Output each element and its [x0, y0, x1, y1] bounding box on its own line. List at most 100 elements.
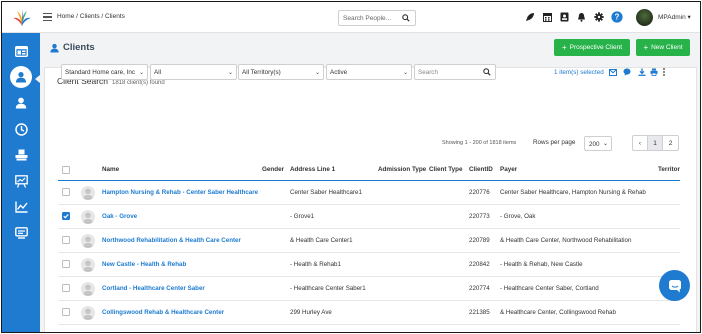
page-2-button[interactable]: 2	[663, 136, 678, 150]
forms-icon	[14, 227, 28, 239]
pagination: ‹ 1 2	[632, 135, 679, 151]
row-checkbox[interactable]	[62, 188, 70, 196]
sidebar-item-schedule[interactable]	[2, 116, 40, 142]
selected-count: 1 item(s) selected	[554, 69, 604, 76]
sidebar-item-forms[interactable]	[2, 220, 40, 246]
clients-title-icon	[50, 43, 59, 52]
client-name-link[interactable]: Oak - Grove	[102, 213, 137, 220]
chevron-down-icon: ⌄	[402, 70, 408, 76]
table-row[interactable]: Cortland - Healthcare Center Saber - Hea…	[58, 277, 680, 301]
client-name-link[interactable]: Hampton Nursing & Rehab - Center Saber H…	[102, 189, 258, 196]
chart-icon	[14, 201, 28, 213]
status-select[interactable]: Active ⌄	[326, 64, 412, 80]
prospective-client-button[interactable]: + Prospective Client	[554, 39, 630, 56]
people-search-placeholder: Search People...	[343, 15, 392, 22]
sidebar-item-billing[interactable]	[2, 142, 40, 168]
page-header: Clients + Prospective Client + New Client	[40, 33, 700, 63]
avatar	[81, 282, 95, 296]
type-select-value: All	[154, 69, 161, 76]
new-client-label: New Client	[651, 44, 683, 51]
plus-icon: +	[561, 43, 567, 52]
gear-icon[interactable]	[593, 11, 605, 23]
table-row[interactable]: Northwood Rehabilitation & Health Care C…	[58, 229, 680, 253]
territory-select[interactable]: All Territory(s) ⌄	[238, 64, 324, 80]
chevron-down-icon: ⌄	[602, 141, 608, 147]
chat-icon[interactable]	[623, 68, 631, 76]
address-cell: - Health & Rehab1	[290, 261, 341, 268]
user-avatar[interactable]	[636, 9, 653, 26]
page-1-button[interactable]: 1	[648, 136, 663, 150]
sidebar-item-dashboard[interactable]	[2, 38, 40, 64]
client-id-cell: 220842	[469, 261, 490, 268]
row-checkbox[interactable]	[62, 308, 70, 316]
new-client-button[interactable]: + New Client	[636, 39, 690, 56]
col-client-id[interactable]: ClientID	[469, 166, 493, 173]
rows-per-page-value: 200	[589, 141, 600, 148]
client-id-cell: 220773	[469, 213, 490, 220]
support-chat-button[interactable]	[659, 270, 690, 301]
bell-icon[interactable]	[575, 11, 587, 23]
clock-icon	[14, 122, 28, 136]
people-search-input[interactable]: Search People...	[338, 10, 416, 26]
status-select-value: Active	[330, 69, 348, 76]
print-icon[interactable]	[650, 68, 658, 76]
download-icon[interactable]	[638, 68, 646, 76]
client-id-cell: 221385	[469, 309, 490, 316]
client-name-link[interactable]: Northwood Rehabilitation & Health Care C…	[102, 237, 241, 244]
row-checkbox[interactable]	[62, 260, 70, 268]
row-checkbox[interactable]	[62, 236, 70, 244]
page-title: Clients	[63, 42, 95, 53]
sidebar-item-analytics[interactable]	[2, 194, 40, 220]
client-name-link[interactable]: Cortland - Healthcare Center Saber	[102, 285, 205, 292]
calendar-icon[interactable]	[541, 11, 553, 23]
payer-cell: - Healthcare Center Saber, Cortland	[500, 285, 599, 292]
breadcrumb: Home / Clients / Clients	[57, 13, 125, 20]
email-icon[interactable]	[609, 68, 617, 76]
table-row[interactable]: Collingswood Rehab & Healthcare Center 2…	[58, 301, 680, 325]
billing-icon	[15, 149, 27, 161]
address-cell: Center Saber Healthcare1	[290, 189, 362, 196]
client-search-input[interactable]: Search	[414, 64, 496, 80]
select-all-checkbox[interactable]	[62, 166, 70, 174]
col-client-type[interactable]: Client Type	[429, 166, 462, 173]
menu-toggle-icon[interactable]	[43, 13, 52, 22]
reports-icon	[14, 174, 28, 188]
prev-page-button[interactable]: ‹	[633, 136, 648, 150]
col-gender[interactable]: Gender	[262, 166, 284, 173]
col-admission-type[interactable]: Admission Type	[378, 166, 426, 173]
search-icon[interactable]	[402, 14, 410, 22]
address-cell: 299 Hurley Ave	[290, 309, 332, 316]
table-row[interactable]: Oak - Grove - Grove1 220773 - Grove, Oak	[58, 205, 680, 229]
col-address[interactable]: Address Line 1	[290, 166, 335, 173]
address-cell: - Healthcare Center Saber1	[290, 285, 366, 292]
rocket-icon[interactable]	[524, 11, 536, 23]
clients-icon	[16, 72, 26, 83]
client-search-placeholder: Search	[418, 69, 438, 76]
row-checkbox[interactable]	[62, 212, 70, 220]
row-checkbox[interactable]	[62, 284, 70, 292]
sidebar-item-reports[interactable]	[2, 168, 40, 194]
client-name-link[interactable]: Collingswood Rehab & Healthcare Center	[102, 309, 224, 316]
user-menu[interactable]: MPAdmin ▾	[658, 13, 691, 21]
agency-select[interactable]: Standard Home care, Inc ⌄	[61, 64, 148, 80]
client-name-link[interactable]: New Castle - Health & Rehab	[102, 261, 186, 268]
col-name[interactable]: Name	[102, 166, 119, 173]
more-options-icon[interactable]	[660, 68, 668, 76]
col-payer[interactable]: Payer	[500, 166, 517, 173]
sidebar-item-users[interactable]	[2, 90, 40, 116]
showing-range: Showing 1 - 200 of 1818 items	[442, 140, 517, 146]
payer-cell: - Grove, Oak	[500, 213, 536, 220]
app-window: Home / Clients / Clients Search People..…	[1, 1, 701, 333]
report-icon[interactable]	[558, 11, 570, 23]
chat-bubble-icon	[668, 279, 681, 292]
rows-per-page-select[interactable]: 200 ⌄	[584, 136, 612, 151]
help-icon[interactable]: ?	[611, 11, 623, 23]
prospective-client-label: Prospective Client	[569, 44, 623, 51]
table-row[interactable]: Hampton Nursing & Rehab - Center Saber H…	[58, 181, 680, 205]
table-row[interactable]: New Castle - Health & Rehab - Health & R…	[58, 253, 680, 277]
type-select[interactable]: All ⌄	[150, 64, 237, 80]
search-icon[interactable]	[483, 68, 491, 76]
client-count: 1818 client(s) found	[112, 80, 165, 86]
col-territory[interactable]: Territor	[658, 166, 680, 173]
rows-per-page-label: Rows per page	[533, 139, 576, 146]
